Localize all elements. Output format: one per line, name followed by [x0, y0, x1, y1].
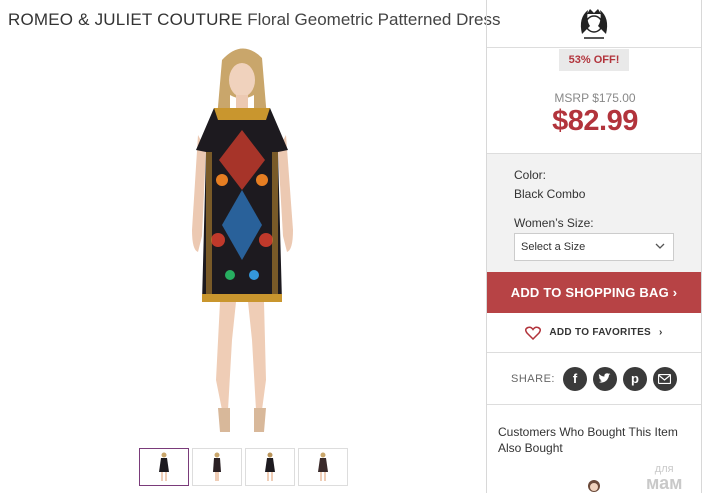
watermark-big: мам	[646, 473, 683, 493]
thumbnail-2[interactable]	[192, 448, 242, 486]
discount-badge: 53% OFF!	[559, 49, 629, 71]
chevron-right-icon: ›	[672, 285, 678, 300]
color-label: Color:	[514, 168, 547, 182]
chevron-right-icon: ›	[659, 327, 663, 338]
also-bought-title: Customers Who Bought This Item Also Boug…	[498, 425, 678, 455]
brand-logo[interactable]	[574, 4, 614, 44]
add-to-bag-button[interactable]: ADD TO SHOPPING BAG ›	[487, 272, 701, 313]
thumbnail-1[interactable]	[139, 448, 189, 486]
product-brand: ROMEO & JULIET COUTURE	[8, 10, 243, 29]
twitter-icon[interactable]	[592, 366, 617, 391]
thumbnail-dress-icon	[318, 452, 328, 481]
product-name: Floral Geometric Patterned Dress	[247, 10, 501, 29]
add-to-favorites-label: ADD TO FAVORITES	[549, 327, 652, 338]
pinterest-icon[interactable]: p	[622, 366, 647, 391]
heart-icon	[525, 326, 542, 340]
thumbnail-strip	[139, 448, 348, 486]
size-label: Women’s Size:	[514, 216, 594, 230]
share-bar: SHARE: f p	[487, 353, 701, 405]
facebook-icon[interactable]: f	[562, 366, 587, 391]
msrp-price: MSRP $175.00	[554, 91, 636, 105]
share-label: SHARE:	[511, 372, 555, 385]
purchase-panel: 53% OFF! MSRP $175.00 $82.99 Color: Blac…	[486, 0, 702, 493]
chevron-down-icon	[655, 234, 665, 270]
thumbnail-dress-icon	[213, 452, 221, 481]
email-icon[interactable]	[652, 366, 677, 391]
watermark: для мам	[646, 462, 683, 493]
options-section: Color: Black Combo Women’s Size: Select …	[487, 153, 701, 272]
thumbnail-4[interactable]	[298, 448, 348, 486]
thumbnail-dress-icon	[265, 452, 275, 481]
add-to-bag-label: ADD TO SHOPPING BAG	[510, 285, 669, 300]
thumbnail-3[interactable]	[245, 448, 295, 486]
add-to-favorites-button[interactable]: ADD TO FAVORITES ›	[487, 313, 701, 353]
product-main-image[interactable]	[170, 40, 315, 440]
color-value: Black Combo	[514, 187, 586, 201]
size-select[interactable]: Select a Size	[514, 233, 674, 261]
also-bought-thumbnail[interactable]	[583, 478, 605, 493]
sale-price: $82.99	[552, 105, 638, 137]
size-select-value: Select a Size	[521, 241, 586, 253]
thumbnail-dress-icon	[159, 452, 169, 481]
product-title: ROMEO & JULIET COUTURE Floral Geometric …	[8, 10, 501, 30]
brand-logo-box	[487, 0, 701, 48]
